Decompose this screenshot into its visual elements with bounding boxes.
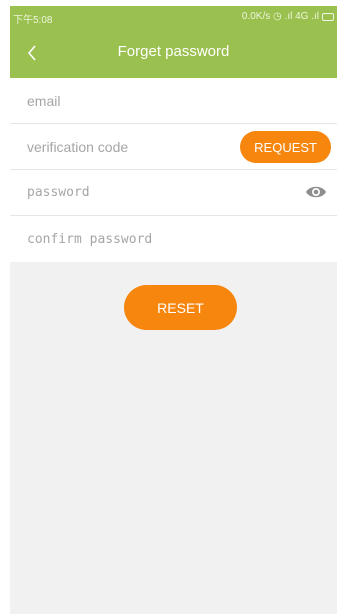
page-title: Forget password — [117, 43, 230, 60]
battery-icon — [322, 12, 334, 21]
password-field[interactable] — [10, 170, 337, 215]
app-bar: Forget password — [10, 28, 337, 78]
status-indicators: 0.0K/s ◷ .ıl 4G .ıl — [242, 11, 334, 22]
request-code-button[interactable]: REQUEST — [240, 131, 331, 163]
phone-screen: 下午5:08 0.0K/s ◷ .ıl 4G .ıl Forget passwo… — [10, 6, 337, 614]
email-field[interactable] — [10, 78, 337, 123]
confirm-password-row — [10, 216, 337, 262]
confirm-password-field[interactable] — [10, 216, 337, 262]
verification-row: REQUEST — [10, 124, 337, 170]
password-row — [10, 170, 337, 216]
reset-button[interactable]: RESET — [124, 285, 237, 330]
status-bar: 下午5:08 0.0K/s ◷ .ıl 4G .ıl — [10, 6, 337, 28]
status-time: 下午5:08 — [13, 15, 53, 26]
reset-form: REQUEST — [10, 78, 337, 262]
status-indicators-text: 0.0K/s ◷ .ıl 4G .ıl — [241, 11, 319, 22]
email-row — [10, 78, 337, 124]
eye-icon[interactable] — [305, 184, 327, 200]
